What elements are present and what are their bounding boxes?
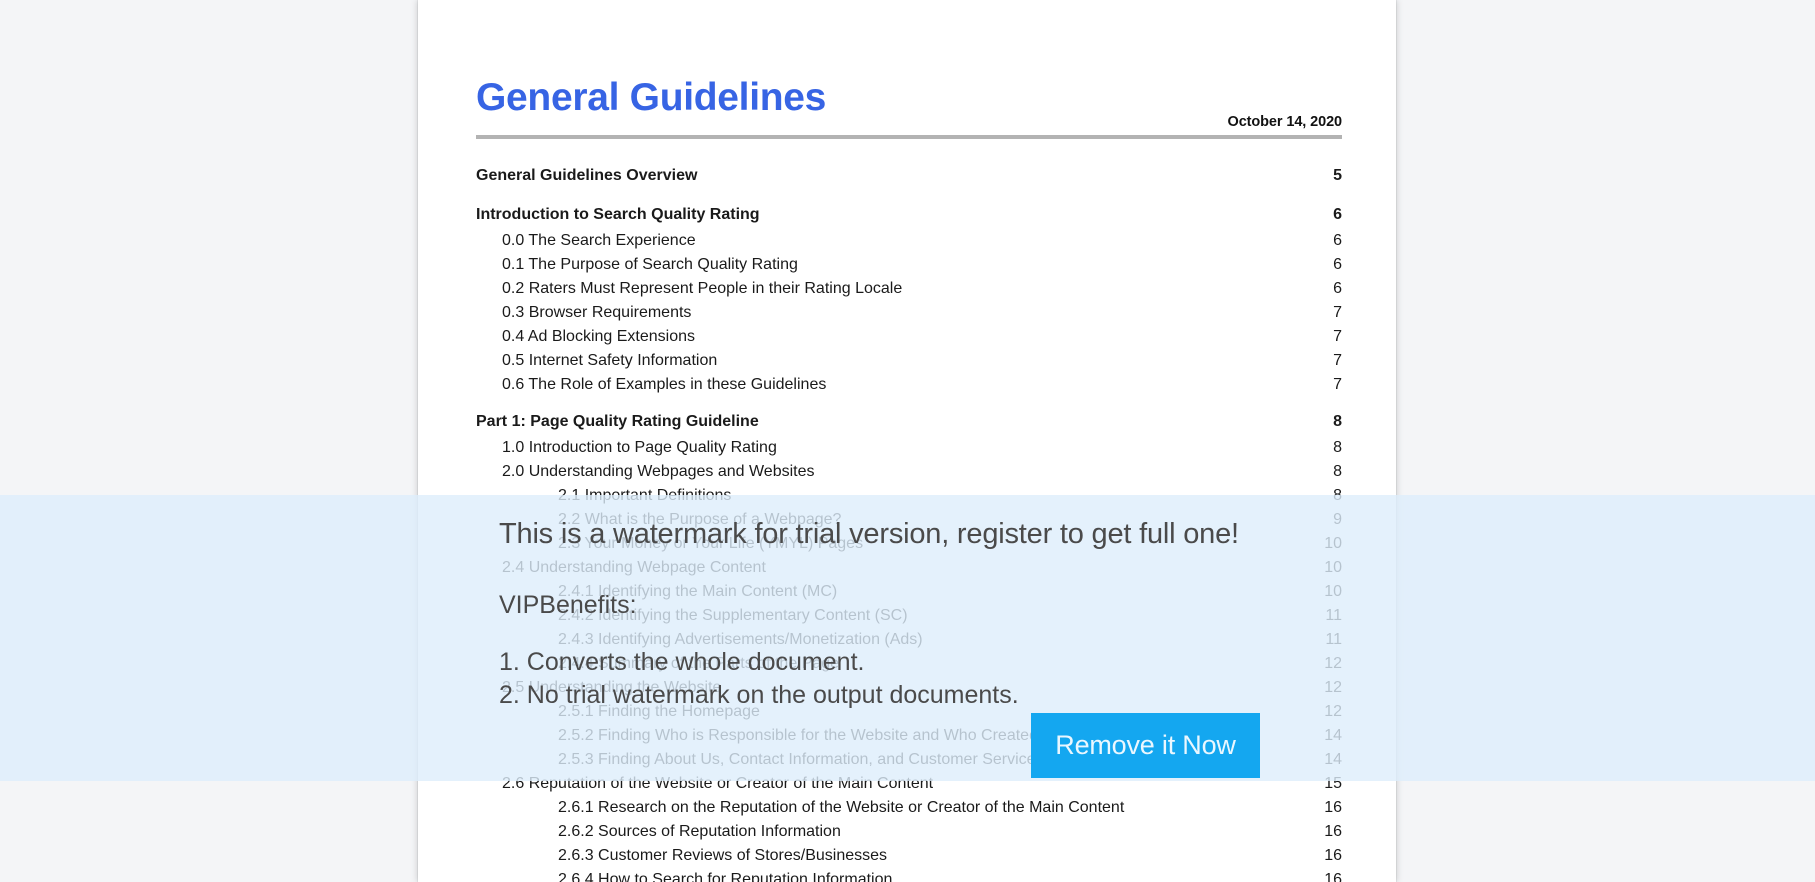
toc-entry[interactable]: 2.6.1 Research on the Reputation of the … [476, 796, 1342, 820]
toc-entry-page-number: 7 [1333, 352, 1342, 369]
toc-entry[interactable]: 0.3 Browser Requirements 7 [476, 301, 1342, 325]
toc-entry-page-number: 12 [1324, 679, 1342, 696]
toc-entry-page-number: 10 [1324, 559, 1342, 576]
toc-entry-label: 2.1 Important Definitions [558, 487, 732, 504]
toc-entry-page-number: 5 [1333, 167, 1342, 184]
toc-entry-page-number: 6 [1333, 256, 1342, 273]
toc-entry-label: 0.6 The Role of Examples in these Guidel… [502, 376, 827, 393]
toc-entry-label: 2.6.4 How to Search for Reputation Infor… [558, 871, 893, 882]
toc-entry[interactable]: 0.2 Raters Must Represent People in thei… [476, 277, 1342, 301]
toc-entry[interactable]: General Guidelines Overview 5 [476, 159, 1342, 190]
toc-entry-page-number: 6 [1333, 206, 1342, 223]
toc-entry[interactable]: 1.0 Introduction to Page Quality Rating 8 [476, 436, 1342, 460]
toc-entry-label: 2.2 What is the Purpose of a Webpage? [558, 511, 842, 528]
toc-entry-page-number: 8 [1333, 463, 1342, 480]
toc-entry[interactable]: 2.3 Your Money or Your Life (YMYL) Pages… [476, 532, 1342, 556]
toc-entry-page-number: 12 [1324, 655, 1342, 672]
toc-entry-page-number: 11 [1325, 607, 1342, 624]
page-title: General Guidelines [476, 76, 827, 119]
toc-entry-label: Part 1: Page Quality Rating Guideline [476, 413, 759, 430]
toc-entry-page-number: 12 [1324, 703, 1342, 720]
toc-entry-page-number: 8 [1333, 439, 1342, 456]
toc-entry-label: 2.3 Your Money or Your Life (YMYL) Pages [558, 535, 864, 552]
toc-entry-label: Introduction to Search Quality Rating [476, 206, 760, 223]
toc-entry-label: 0.5 Internet Safety Information [502, 352, 718, 369]
document-header: General Guidelines October 14, 2020 [476, 0, 1342, 139]
toc-entry-label: 0.1 The Purpose of Search Quality Rating [502, 256, 798, 273]
toc-entry-label: 0.2 Raters Must Represent People in thei… [502, 280, 903, 297]
toc-entry-label: General Guidelines Overview [476, 167, 698, 184]
toc-entry-label: 2.6.2 Sources of Reputation Information [558, 823, 841, 840]
toc-entry-page-number: 6 [1333, 280, 1342, 297]
toc-entry-page-number: 10 [1324, 535, 1342, 552]
toc-entry-label: 2.4.4 Summary of the Parts of the Page [558, 655, 840, 672]
toc-entry-label: 0.3 Browser Requirements [502, 304, 692, 321]
toc-entry-label: 2.4.1 Identifying the Main Content (MC) [558, 583, 838, 600]
toc-entry-page-number: 15 [1324, 775, 1342, 792]
toc-entry-page-number: 14 [1324, 751, 1342, 768]
toc-entry[interactable]: 2.2 What is the Purpose of a Webpage? 9 [476, 508, 1342, 532]
toc-entry[interactable]: 2.6.4 How to Search for Reputation Infor… [476, 868, 1342, 882]
toc-entry-label: 0.4 Ad Blocking Extensions [502, 328, 696, 345]
toc-entry-label: 1.0 Introduction to Page Quality Rating [502, 439, 777, 456]
toc-entry[interactable]: 2.6.2 Sources of Reputation Information 1… [476, 820, 1342, 844]
toc-entry-label: 2.5 Understanding the Website [502, 679, 722, 696]
toc-entry[interactable]: 0.5 Internet Safety Information 7 [476, 349, 1342, 373]
toc-entry-page-number: 7 [1333, 376, 1342, 393]
toc-entry-page-number: 7 [1333, 328, 1342, 345]
toc-entry[interactable]: 2.6.3 Customer Reviews of Stores/Busines… [476, 844, 1342, 868]
header-divider [476, 135, 1342, 139]
toc-entry[interactable]: 2.4.3 Identifying Advertisements/Monetiz… [476, 628, 1342, 652]
toc-entry[interactable]: 2.4.2 Identifying the Supplementary Cont… [476, 604, 1342, 628]
remove-watermark-button[interactable]: Remove it Now [1031, 713, 1260, 778]
toc-entry-label: 0.0 The Search Experience [502, 232, 696, 249]
toc-entry-page-number: 9 [1333, 511, 1342, 528]
toc-entry-label: 2.4.3 Identifying Advertisements/Monetiz… [558, 631, 923, 648]
toc-entry-label: 2.6.3 Customer Reviews of Stores/Busines… [558, 847, 888, 864]
document-viewer[interactable]: General Guidelines October 14, 2020 Gene… [0, 0, 1815, 882]
toc-entry-label: 2.6.1 Research on the Reputation of the … [558, 799, 1125, 816]
toc-entry-page-number: 16 [1324, 799, 1342, 816]
toc-entry-label: 2.6 Reputation of the Website or Creator… [502, 775, 934, 792]
toc-entry-label: 2.4.2 Identifying the Supplementary Cont… [558, 607, 908, 624]
toc-entry-page-number: 16 [1324, 871, 1342, 882]
toc-entry[interactable]: 0.6 The Role of Examples in these Guidel… [476, 373, 1342, 397]
toc-entry[interactable]: 2.4.4 Summary of the Parts of the Page 12 [476, 652, 1342, 676]
toc-entry-label: 2.0 Understanding Webpages and Websites [502, 463, 815, 480]
toc-entry[interactable]: 2.0 Understanding Webpages and Websites 8 [476, 460, 1342, 484]
toc-entry-page-number: 7 [1333, 304, 1342, 321]
toc-entry-page-number: 16 [1324, 823, 1342, 840]
toc-entry[interactable]: Introduction to Search Quality Rating 6 [476, 190, 1342, 229]
toc-entry[interactable]: 2.4 Understanding Webpage Content 10 [476, 556, 1342, 580]
toc-entry[interactable]: 0.1 The Purpose of Search Quality Rating… [476, 253, 1342, 277]
toc-entry[interactable]: 0.4 Ad Blocking Extensions 7 [476, 325, 1342, 349]
toc-entry-page-number: 14 [1324, 727, 1342, 744]
toc-entry[interactable]: 2.5 Understanding the Website 12 [476, 676, 1342, 700]
toc-entry-page-number: 6 [1333, 232, 1342, 249]
toc-entry-page-number: 16 [1324, 847, 1342, 864]
toc-entry[interactable]: 2.4.1 Identifying the Main Content (MC) 1… [476, 580, 1342, 604]
toc-entry-label: 2.5.1 Finding the Homepage [558, 703, 760, 720]
toc-entry-label: 2.4 Understanding Webpage Content [502, 559, 766, 576]
toc-entry-page-number: 8 [1333, 413, 1342, 430]
toc-entry-page-number: 11 [1325, 631, 1342, 648]
document-date: October 14, 2020 [1227, 114, 1343, 130]
toc-entry-page-number: 10 [1324, 583, 1342, 600]
toc-entry[interactable]: 0.0 The Search Experience 6 [476, 229, 1342, 253]
toc-entry[interactable]: Part 1: Page Quality Rating Guideline 8 [476, 397, 1342, 436]
toc-entry[interactable]: 2.1 Important Definitions 8 [476, 484, 1342, 508]
toc-entry-page-number: 8 [1333, 487, 1342, 504]
